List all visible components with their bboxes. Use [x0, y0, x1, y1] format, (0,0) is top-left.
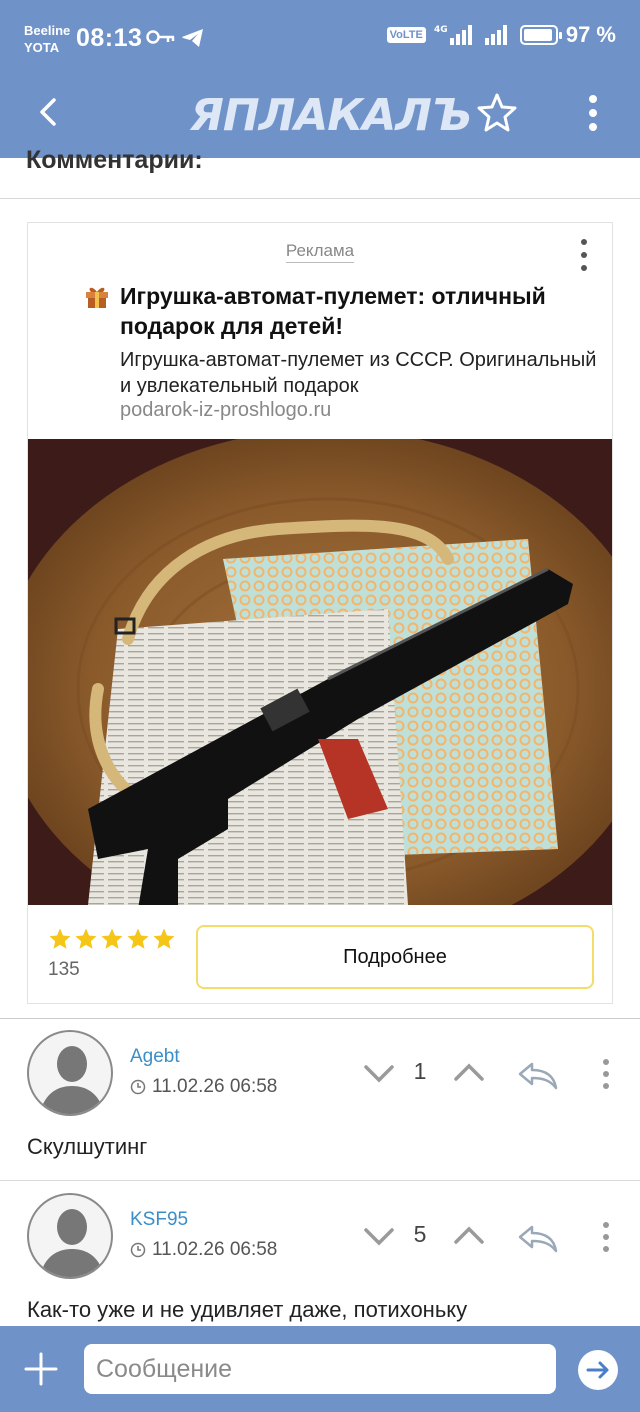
ad-block[interactable]: Реклама Игрушка-автомат-пулемет: отличны… [27, 222, 613, 1004]
reply-icon[interactable] [514, 1056, 560, 1092]
telegram-icon [182, 29, 203, 47]
rating-star-icon [101, 928, 123, 949]
message-input[interactable] [84, 1344, 556, 1394]
clock-icon [130, 1242, 146, 1258]
comment-author[interactable]: Agebt [130, 1046, 180, 1068]
ad-image[interactable] [28, 439, 612, 905]
toy-gun-photo [28, 439, 612, 905]
divider [0, 1180, 640, 1181]
site-logo[interactable]: ЯПЛАКАЛЪ [190, 90, 472, 141]
comment-more-icon[interactable] [596, 1056, 616, 1092]
vote-down-icon[interactable] [362, 1058, 396, 1088]
rating-star-icon [49, 928, 71, 949]
ad-more-button[interactable]: Подробнее [196, 925, 594, 989]
key-icon [146, 30, 175, 44]
plus-icon[interactable] [22, 1350, 60, 1388]
ad-rating-count: 135 [48, 959, 80, 980]
svg-text:4G: 4G [434, 25, 448, 35]
status-clock: 08:13 [76, 24, 143, 52]
vote-count: 1 [413, 1058, 427, 1084]
comment-date-text: 11.02.26 06:58 [152, 1239, 278, 1260]
message-bar [0, 1326, 640, 1412]
ad-label-text: Реклама [285, 241, 355, 263]
battery-icon [519, 25, 562, 45]
comments-heading: Комментарии: [26, 146, 203, 174]
rating-star-icon [127, 928, 149, 949]
comment-text: Как-то уже и не удивляет даже, потихоньк… [27, 1297, 468, 1322]
comment-date-text: 11.02.26 06:58 [152, 1076, 278, 1097]
ad-title[interactable]: Игрушка-автомат-пулемет: отличный подаро… [120, 281, 590, 341]
status-bar: Beeline YOTA 08:13 VoLTE 4G 97 % [0, 0, 640, 76]
send-arrow-icon [586, 1361, 609, 1379]
more-vert-icon[interactable] [578, 90, 608, 136]
rating-star-icon [75, 928, 97, 949]
signal-icon [484, 25, 507, 45]
rating-star-icon [153, 928, 175, 949]
avatar[interactable] [27, 1193, 113, 1279]
status-right: VoLTE 4G 97 % [386, 22, 616, 48]
ad-url[interactable]: podarok-iz-proshlogo.ru [120, 399, 331, 422]
vote-up-icon[interactable] [452, 1058, 486, 1088]
ad-rating-stars [48, 927, 176, 951]
vote-up-icon[interactable] [452, 1221, 486, 1251]
avatar[interactable] [27, 1030, 113, 1116]
vote-down-icon[interactable] [362, 1221, 396, 1251]
user-silhouette-icon [39, 1209, 105, 1277]
volte-badge: VoLTE [386, 27, 426, 43]
carrier-primary: Beeline [24, 23, 71, 38]
ad-description: Игрушка-автомат-пулемет из СССР. Оригина… [120, 349, 597, 397]
battery-percent: 97 % [565, 22, 616, 47]
reply-icon[interactable] [514, 1219, 560, 1255]
battery-fill [523, 29, 552, 41]
comment-text: Скулшутинг [27, 1134, 148, 1159]
clock-icon [130, 1079, 146, 1095]
vote-count: 5 [413, 1221, 427, 1247]
comment-more-icon[interactable] [596, 1219, 616, 1255]
comment-author[interactable]: KSF95 [130, 1209, 188, 1231]
back-arrow-icon[interactable] [28, 90, 72, 134]
ad-more-icon[interactable] [574, 237, 594, 273]
carrier-info: Beeline YOTA [24, 22, 70, 56]
user-silhouette-icon [39, 1046, 105, 1114]
comment-date: 11.02.26 06:58 [130, 1076, 277, 1098]
signal-4g-icon: 4G [434, 25, 472, 45]
top-bar: Beeline YOTA 08:13 VoLTE 4G 97 % ЯПЛАКАЛ… [0, 0, 640, 158]
carrier-secondary: YOTA [24, 40, 60, 55]
divider [0, 198, 640, 199]
comment-date: 11.02.26 06:58 [130, 1239, 277, 1261]
favorite-star-icon[interactable] [474, 90, 520, 136]
gift-icon [86, 287, 108, 308]
send-button[interactable] [578, 1350, 618, 1390]
divider [0, 1018, 640, 1019]
ad-label: Реклама [28, 241, 612, 263]
